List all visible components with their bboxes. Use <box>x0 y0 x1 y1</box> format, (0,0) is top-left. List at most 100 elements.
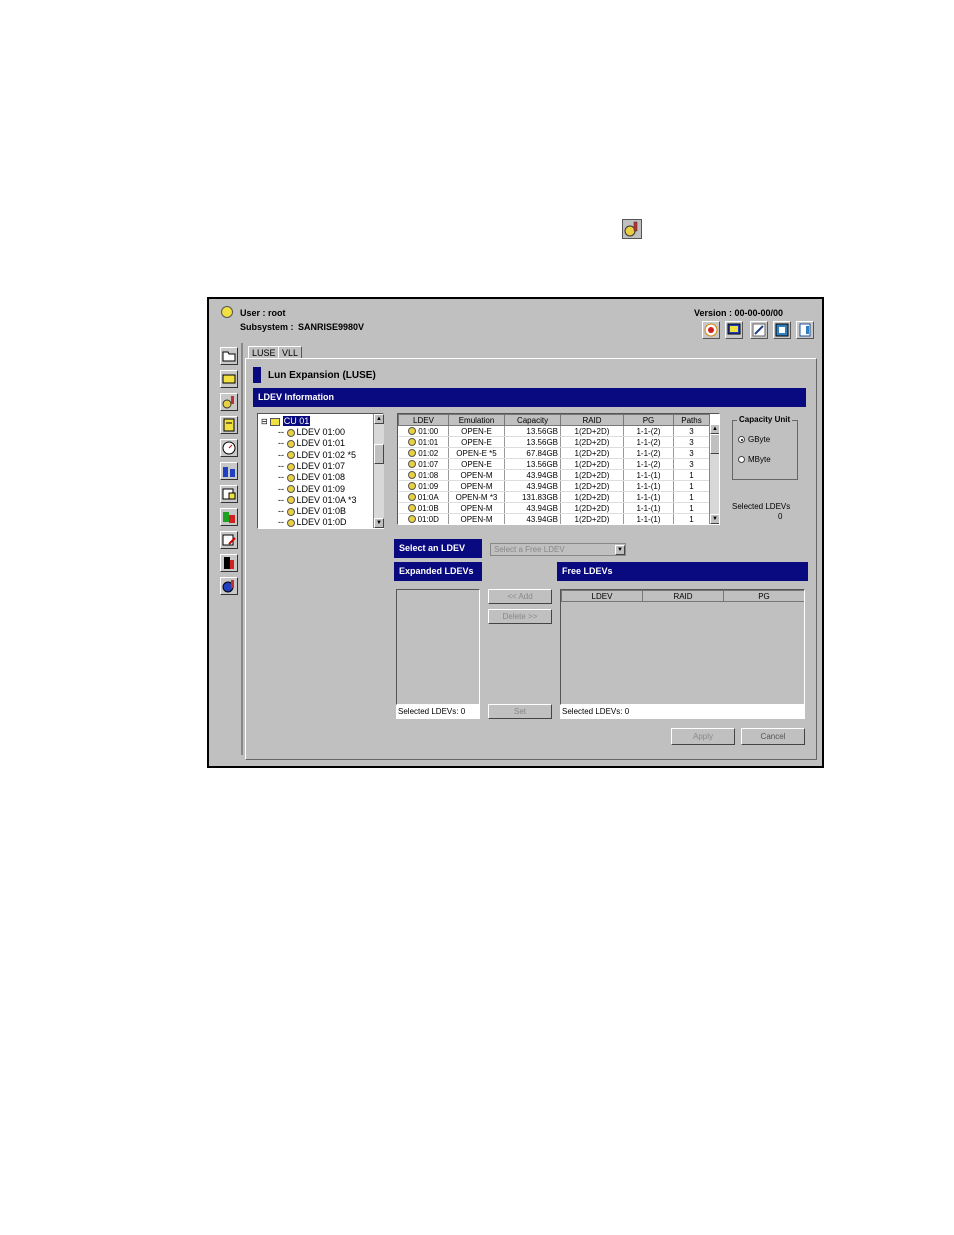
set-button[interactable]: Set <box>488 704 552 719</box>
collapse-icon[interactable]: ⊟ <box>261 417 268 426</box>
split-icon[interactable] <box>220 508 238 526</box>
cell-text: 13.56GB <box>526 426 558 436</box>
tree-item[interactable]: -- LDEV 01:00 <box>278 427 345 438</box>
window-icon[interactable] <box>773 321 791 339</box>
log-icon[interactable] <box>220 554 238 572</box>
expanded-ldevs-list[interactable] <box>396 589 480 705</box>
status-label: Selected LDEVs: <box>562 707 623 716</box>
monitor-icon[interactable] <box>725 321 743 339</box>
luse-panel: Lun Expansion (LUSE) LDEV Information ⊟ … <box>245 358 817 760</box>
chevron-down-icon[interactable]: ▼ <box>615 545 625 555</box>
storage-navigator-window: User : root Subsystem : SANRISE9980V Ver… <box>207 297 824 768</box>
table-row[interactable]: 01:0D OPEN-M 43.94GB 1(2D+2D) 1-1-(1) 1 <box>398 513 710 524</box>
scroll-thumb[interactable] <box>374 444 384 464</box>
lun-config-icon <box>622 219 642 239</box>
document-icon[interactable] <box>220 416 238 434</box>
free-ldev-dropdown[interactable]: Select a Free LDEV ▼ <box>490 543 626 556</box>
disk-icon[interactable] <box>220 370 238 388</box>
table-row[interactable]: 01:0A OPEN-M *3 131.83GB 1(2D+2D) 1-1-(1) 1 <box>398 491 710 503</box>
table-row[interactable]: 01:07 OPEN-E 13.56GB 1(2D+2D) 1-1-(2) 3 <box>398 458 710 470</box>
exit-icon[interactable] <box>796 321 814 339</box>
tree-root[interactable]: ⊟ CU 01 <box>261 416 311 427</box>
radio-gbyte[interactable]: GByte <box>738 435 770 444</box>
radio-button[interactable] <box>738 456 745 464</box>
tree-item[interactable]: -- LDEV 01:07 <box>278 461 345 472</box>
ldev-icon <box>408 427 417 436</box>
table-row[interactable]: 01:01 OPEN-E 13.56GB 1(2D+2D) 1-1-(2) 3 <box>398 436 710 448</box>
column-header[interactable]: LDEV <box>561 590 643 602</box>
tree-item[interactable]: -- LDEV 01:01 <box>278 438 345 449</box>
scroll-down-arrow[interactable]: ▼ <box>374 518 384 528</box>
user-icon <box>221 306 233 318</box>
scroll-up-arrow[interactable]: ▲ <box>710 424 719 434</box>
table-cell: 1-1-(2) <box>623 458 674 470</box>
folder-icon[interactable] <box>220 347 238 365</box>
cell-text: 1(2D+2D) <box>574 514 610 524</box>
table-cell: 01:0B <box>398 502 449 514</box>
table-cell: 1-1-(1) <box>623 469 674 481</box>
cell-text: OPEN-M <box>460 481 493 491</box>
paint-icon[interactable] <box>220 485 238 503</box>
table-cell: OPEN-M *3 <box>448 491 505 503</box>
table-row[interactable]: 01:02 OPEN-E *5 67.84GB 1(2D+2D) 1-1-(2) 3 <box>398 447 710 459</box>
cancel-button[interactable]: Cancel <box>741 728 805 745</box>
pen-icon[interactable] <box>750 321 768 339</box>
cell-text: 1-1-(1) <box>636 514 661 524</box>
tree-item[interactable]: -- LDEV 01:0D <box>278 517 347 528</box>
column-header[interactable]: PG <box>623 414 674 426</box>
tree-item[interactable]: -- LDEV 01:0B <box>278 506 346 517</box>
radio-mbyte[interactable]: MByte <box>738 455 771 464</box>
scroll-up-arrow[interactable]: ▲ <box>374 414 384 424</box>
globe-icon[interactable] <box>702 321 720 339</box>
column-header[interactable]: Capacity <box>504 414 561 426</box>
table-cell: 01:02 <box>398 447 449 459</box>
table-cell: OPEN-M <box>448 502 505 514</box>
delete-button[interactable]: Delete >> <box>488 609 552 624</box>
column-header[interactable]: Paths <box>673 414 710 426</box>
table-cell: OPEN-M <box>448 513 505 524</box>
table-cell: 1-1-(1) <box>623 480 674 492</box>
tree-item[interactable]: -- LDEV 01:09 <box>278 484 345 495</box>
column-header[interactable]: Emulation <box>448 414 505 426</box>
export-icon[interactable] <box>220 531 238 549</box>
lun-config-icon[interactable] <box>220 393 238 411</box>
pair-icon[interactable] <box>220 462 238 480</box>
tree-item[interactable]: -- LDEV 01:0A *3 <box>278 495 357 506</box>
cell-text: 1(2D+2D) <box>574 448 610 458</box>
cell-text: 3 <box>689 448 694 458</box>
table-row[interactable]: 01:09 OPEN-M 43.94GB 1(2D+2D) 1-1-(1) 1 <box>398 480 710 492</box>
column-header[interactable]: RAID <box>560 414 624 426</box>
cell-text: 3 <box>689 426 694 436</box>
scroll-down-arrow[interactable]: ▼ <box>710 514 719 524</box>
apply-button[interactable]: Apply <box>671 728 735 745</box>
info-icon[interactable] <box>220 577 238 595</box>
table-cell: 1(2D+2D) <box>560 469 624 481</box>
gauge-icon[interactable] <box>220 439 238 457</box>
free-ldevs-table-container[interactable]: LDEV RAID PG <box>560 589 805 705</box>
cell-text: 1 <box>689 470 694 480</box>
tree-item[interactable]: -- LDEV 01:08 <box>278 472 345 483</box>
column-header[interactable]: RAID <box>642 590 724 602</box>
table-row[interactable]: 01:08 OPEN-M 43.94GB 1(2D+2D) 1-1-(1) 1 <box>398 469 710 481</box>
scroll-thumb[interactable] <box>710 434 719 454</box>
column-header[interactable]: PG <box>723 590 804 602</box>
table-cell: 43.94GB <box>504 513 561 524</box>
table-cell: 43.94GB <box>504 502 561 514</box>
cell-text: 43.94GB <box>526 503 558 513</box>
column-header[interactable]: LDEV <box>398 414 449 426</box>
cell-text: 01:01 <box>418 437 439 447</box>
tree-item[interactable]: -- LDEV 01:02 *5 <box>278 450 356 461</box>
table-cell: 01:07 <box>398 458 449 470</box>
add-button[interactable]: << Add <box>488 589 552 604</box>
tree-item-label: LDEV 01:0B <box>296 506 347 517</box>
radio-button[interactable] <box>738 436 745 444</box>
table-row[interactable]: 01:0B OPEN-M 43.94GB 1(2D+2D) 1-1-(1) 1 <box>398 502 710 514</box>
capacity-unit-title: Capacity Unit <box>737 415 793 424</box>
tree-item-label: LDEV 01:02 *5 <box>296 449 357 460</box>
tree-scrollbar[interactable]: ▲ ▼ <box>373 414 384 528</box>
table-scrollbar[interactable]: ▲ ▼ <box>709 424 719 524</box>
table-row[interactable]: 01:00 OPEN-E 13.56GB 1(2D+2D) 1-1-(2) 3 <box>398 425 710 437</box>
ldev-tree[interactable]: ⊟ CU 01 -- LDEV 01:00 -- LDEV 01:01 -- LDE… <box>257 413 384 529</box>
cell-text: OPEN-M <box>460 503 493 513</box>
status-value: 0 <box>460 707 466 716</box>
